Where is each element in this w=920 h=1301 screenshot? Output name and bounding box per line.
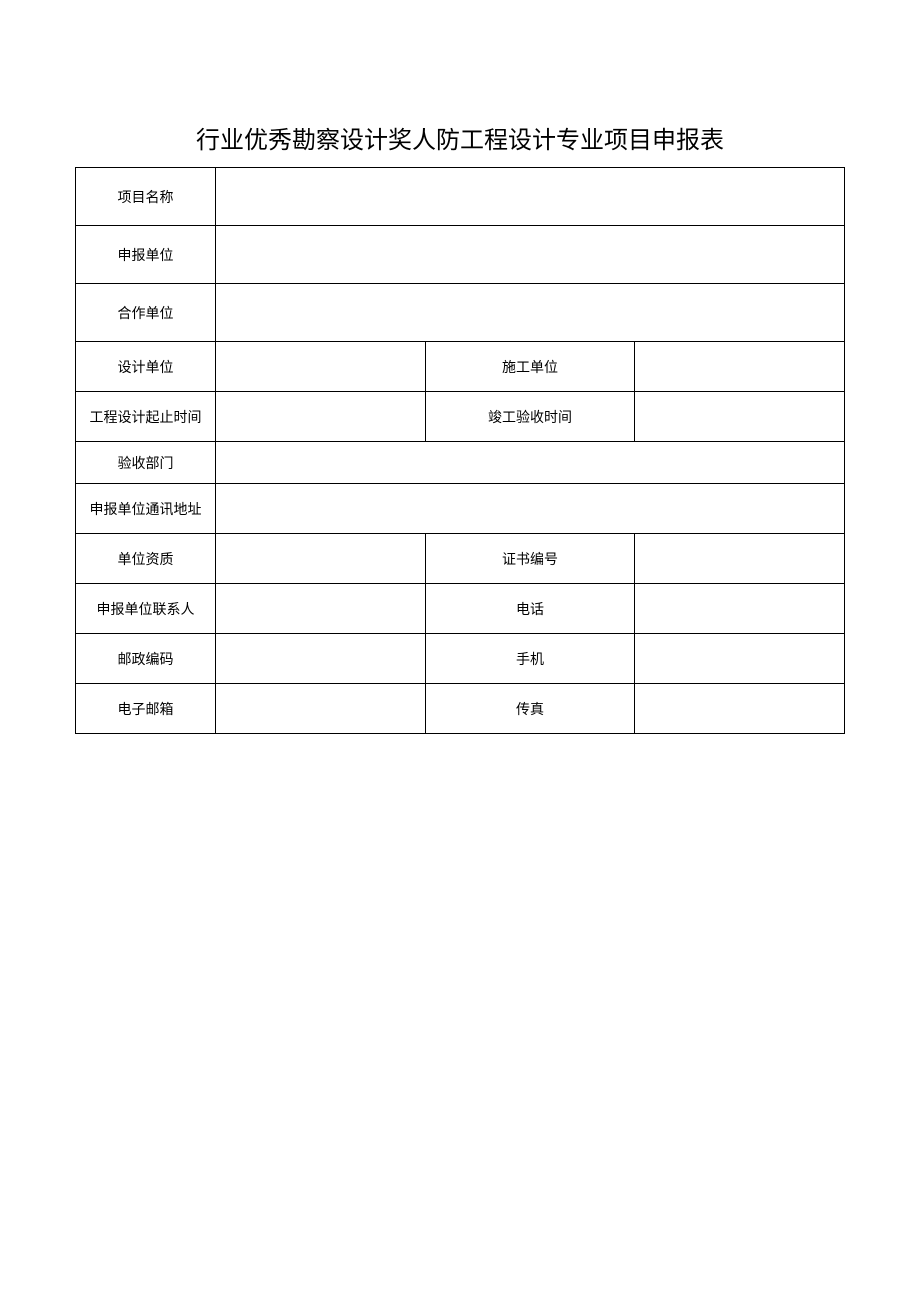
cooperation-unit-label: 合作单位 [76, 284, 216, 342]
mobile-value [635, 634, 845, 684]
cooperation-unit-value [216, 284, 845, 342]
project-name-label: 项目名称 [76, 168, 216, 226]
certificate-no-value [635, 534, 845, 584]
postal-code-value [216, 634, 426, 684]
table-row: 项目名称 [76, 168, 845, 226]
applicant-unit-value [216, 226, 845, 284]
certificate-no-label: 证书编号 [425, 534, 635, 584]
fax-label: 传真 [425, 684, 635, 734]
acceptance-time-label: 竣工验收时间 [425, 392, 635, 442]
mailing-address-label: 申报单位通讯地址 [76, 484, 216, 534]
acceptance-dept-value [216, 442, 845, 484]
phone-label: 电话 [425, 584, 635, 634]
project-name-value [216, 168, 845, 226]
table-row: 验收部门 [76, 442, 845, 484]
construction-unit-value [635, 342, 845, 392]
design-period-label: 工程设计起止时间 [76, 392, 216, 442]
application-form-table: 项目名称 申报单位 合作单位 设计单位 施工单位 工程设计起止时间 竣工验收时间… [75, 167, 845, 734]
qualification-value [216, 534, 426, 584]
design-period-value [216, 392, 426, 442]
table-row: 电子邮箱 传真 [76, 684, 845, 734]
table-row: 申报单位联系人 电话 [76, 584, 845, 634]
table-row: 工程设计起止时间 竣工验收时间 [76, 392, 845, 442]
contact-person-label: 申报单位联系人 [76, 584, 216, 634]
design-unit-label: 设计单位 [76, 342, 216, 392]
table-row: 申报单位通讯地址 [76, 484, 845, 534]
construction-unit-label: 施工单位 [425, 342, 635, 392]
table-row: 邮政编码 手机 [76, 634, 845, 684]
acceptance-time-value [635, 392, 845, 442]
postal-code-label: 邮政编码 [76, 634, 216, 684]
mailing-address-value [216, 484, 845, 534]
form-title: 行业优秀勘察设计奖人防工程设计专业项目申报表 [75, 120, 845, 155]
table-row: 设计单位 施工单位 [76, 342, 845, 392]
table-row: 单位资质 证书编号 [76, 534, 845, 584]
contact-person-value [216, 584, 426, 634]
qualification-label: 单位资质 [76, 534, 216, 584]
table-row: 申报单位 [76, 226, 845, 284]
phone-value [635, 584, 845, 634]
mobile-label: 手机 [425, 634, 635, 684]
email-value [216, 684, 426, 734]
design-unit-value [216, 342, 426, 392]
fax-value [635, 684, 845, 734]
applicant-unit-label: 申报单位 [76, 226, 216, 284]
table-row: 合作单位 [76, 284, 845, 342]
acceptance-dept-label: 验收部门 [76, 442, 216, 484]
email-label: 电子邮箱 [76, 684, 216, 734]
